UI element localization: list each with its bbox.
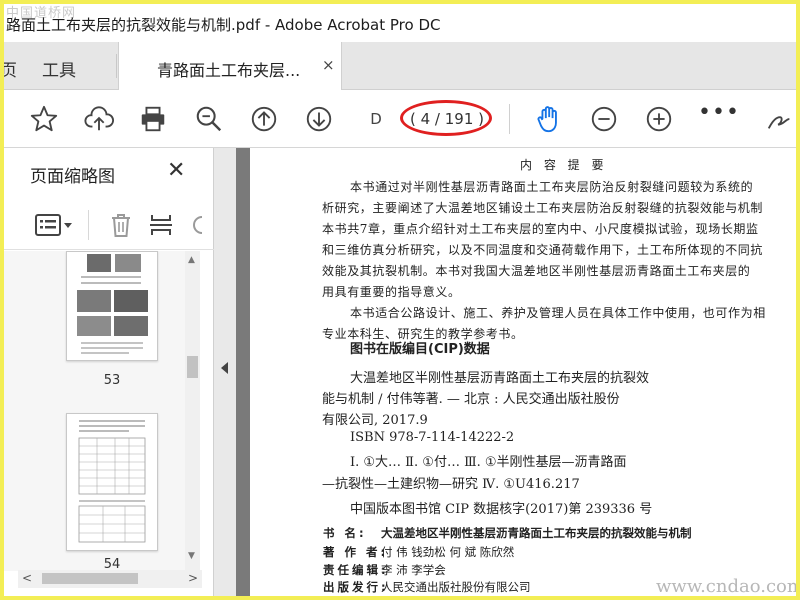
meta-row: 著 作 者:付 伟 钱劲松 何 斌 陈欣然 [323, 544, 514, 560]
meta-key: 出版发行: [323, 580, 389, 594]
options-menu-icon[interactable] [32, 210, 76, 240]
cip-line: 大温差地区半刚性基层沥青路面土工布夹层的抗裂效 [350, 371, 650, 386]
thumbnail-horizontal-scrollbar[interactable]: < > [18, 570, 202, 588]
zoom-search-icon[interactable] [193, 103, 225, 135]
tab-tools[interactable]: 工具 [42, 56, 76, 81]
summary-line: 本书通过对半刚性基层沥青路面土工布夹层防治反射裂缝问题较为系统的 [350, 180, 754, 194]
trash-icon[interactable] [106, 210, 136, 240]
rotate-icon[interactable] [188, 210, 208, 240]
page-thumbnails-panel: 页面缩略图 ✕ 53 54 ▲ ▼ < > [4, 148, 214, 596]
tab-home[interactable]: 页 [4, 56, 17, 81]
tab-document-label: 青路面土工布夹层... [157, 61, 301, 80]
summary-line: 用具有重要的指导意义。 [322, 285, 461, 299]
meta-row: 责任编辑:李 沛 李学会 [323, 562, 446, 578]
cloud-upload-icon[interactable] [83, 103, 115, 135]
hand-tool-icon[interactable] [533, 103, 565, 135]
meta-key: 责任编辑: [323, 563, 389, 577]
summary-line: 效能及其抗裂机制。本书对我国大温差地区半刚性基层沥青路面土工布夹层的 [322, 264, 751, 278]
sign-icon[interactable] [764, 103, 796, 135]
meta-value: 李 沛 李学会 [381, 563, 446, 577]
thumbnail-label: 53 [103, 373, 121, 388]
close-tab-icon[interactable]: × [322, 56, 335, 74]
summary-line: 本书共7章，重点介绍针对土工布夹层的室内中、小尺度模拟试验，现场长期监 [322, 222, 759, 236]
title-bar: 中国道桥网 路面土工布夹层的抗裂效能与机制.pdf - Adobe Acroba… [4, 4, 796, 42]
thumbnail-page-54[interactable] [66, 413, 158, 551]
thumbnail-label: 54 [103, 557, 121, 571]
insert-page-icon[interactable] [146, 210, 176, 240]
meta-row: 书 名: 大温差地区半刚性基层沥青路面土工布夹层的抗裂效能与机制 [323, 525, 692, 541]
thumbnail-list: 53 54 [4, 251, 200, 571]
summary-line: 和三维仿真分析研究，以及不同温度和交通荷载作用下，土工布所体现的不同抗 [322, 243, 764, 257]
cip-line: 能与机制 / 付伟等著. — 北京 : 人民交通出版社股份 [322, 392, 620, 407]
window-title: 路面土工布夹层的抗裂效能与机制.pdf - Adobe Acrobat Pro … [6, 16, 441, 34]
tab-bar: 页 工具 青路面土工布夹层... × [4, 42, 796, 90]
panel-toolbar [4, 198, 214, 250]
toolbar: D ( 4 / 191 ) ••• [4, 90, 796, 148]
cip-line: Ⅰ. ①大… Ⅱ. ①付… Ⅲ. ①半刚性基层—沥青路面 [350, 455, 627, 470]
meta-value: 大温差地区半刚性基层沥青路面土工布夹层的抗裂效能与机制 [381, 526, 692, 540]
meta-key: 著 作 者: [323, 545, 389, 559]
meta-value: 付 伟 钱劲松 何 斌 陈欣然 [381, 545, 515, 559]
document-view[interactable]: 内 容 提 要 本书通过对半刚性基层沥青路面土工布夹层防治反射裂缝问题较为系统的… [236, 148, 796, 596]
thumbnail-page-53[interactable] [66, 251, 158, 361]
page-down-icon[interactable] [303, 103, 335, 135]
scrollbar-thumb[interactable] [187, 356, 198, 378]
scroll-up-icon[interactable]: ▲ [188, 255, 195, 265]
meta-row: 出版发行:人民交通出版社股份有限公司 [323, 579, 531, 595]
scrollbar-thumb[interactable] [42, 573, 138, 584]
page-up-icon[interactable] [248, 103, 280, 135]
close-panel-icon[interactable]: ✕ [167, 158, 185, 183]
cip-line: —抗裂性—土建织物—研究 Ⅳ. ①U416.217 [322, 477, 580, 492]
toolbar-divider [509, 104, 510, 134]
cip-line: ISBN 978-7-114-14222-2 [350, 430, 515, 445]
star-icon[interactable] [28, 103, 60, 135]
zoom-in-icon[interactable] [643, 103, 675, 135]
site-watermark-bottom: www.cndao.com [656, 576, 796, 596]
collapse-arrow-icon[interactable] [221, 362, 228, 374]
highlight-oval [400, 100, 492, 136]
zoom-out-icon[interactable] [588, 103, 620, 135]
panel-title: 页面缩略图 [30, 167, 115, 187]
page-number-input[interactable]: D [361, 107, 391, 131]
page-heading: 内 容 提 要 [520, 158, 608, 172]
meta-value: 人民交通出版社股份有限公司 [381, 580, 531, 594]
panel-toolbar-divider [88, 210, 89, 240]
summary-line: 析研究，主要阐述了大温差地区铺设土工布夹层防治反射裂缝的抗裂效能与机制 [322, 201, 764, 215]
cip-line: 中国版本图书馆 CIP 数据核字(2017)第 239336 号 [350, 502, 653, 517]
pdf-page: 内 容 提 要 本书通过对半刚性基层沥青路面土工布夹层防治反射裂缝问题较为系统的… [250, 148, 796, 596]
cip-line: 有限公司, 2017.9 [322, 413, 428, 428]
panel-collapse-strip[interactable] [214, 148, 236, 596]
cip-title: 图书在版编目(CIP)数据 [350, 342, 490, 357]
thumbnail-vertical-scrollbar[interactable]: ▲ ▼ [185, 251, 200, 571]
meta-key: 书 名: [323, 526, 367, 540]
tab-separator [116, 54, 117, 78]
print-icon[interactable] [137, 103, 169, 135]
scroll-right-icon[interactable]: > [188, 571, 198, 585]
more-icon[interactable]: ••• [698, 100, 740, 125]
summary-line: 本书适合公路设计、施工、养护及管理人员在具体工作中使用，也可作为相 [350, 306, 766, 320]
scroll-down-icon[interactable]: ▼ [188, 551, 195, 561]
acrobat-window: 中国道桥网 路面土工布夹层的抗裂效能与机制.pdf - Adobe Acroba… [4, 4, 796, 596]
tab-document[interactable]: 青路面土工布夹层... × [118, 42, 342, 90]
scroll-left-icon[interactable]: < [22, 571, 32, 585]
